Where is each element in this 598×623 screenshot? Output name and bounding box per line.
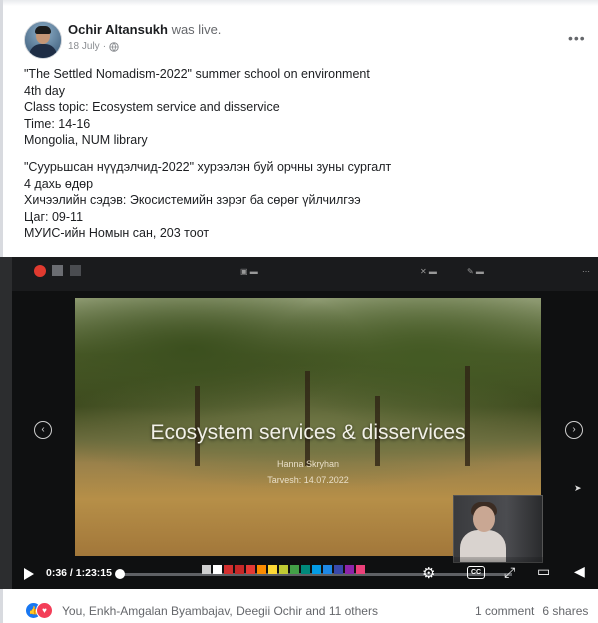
- ink-color-swatch[interactable]: [312, 565, 321, 574]
- timecode: 0:36 / 1:23:15: [46, 567, 112, 579]
- ink-color-swatch[interactable]: [202, 565, 211, 574]
- captions-icon[interactable]: CC: [467, 566, 485, 579]
- post-action: was live.: [171, 22, 222, 37]
- avatar[interactable]: [24, 21, 62, 59]
- expand-icon[interactable]: ⤢: [504, 564, 515, 581]
- post-line: 4th day: [24, 83, 66, 98]
- left-gutter: [0, 257, 12, 589]
- ink-color-swatch[interactable]: [224, 565, 233, 574]
- ink-color-swatch[interactable]: [323, 565, 332, 574]
- slide-title: Ecosystem services & disservices: [150, 421, 466, 444]
- post-line: "Суурьшсан нүүдэлчид-2022" хурээлэн буй …: [24, 160, 392, 174]
- author-name[interactable]: Ochir Altansukh: [68, 22, 168, 37]
- ink-color-palette: [202, 565, 365, 574]
- video-controls: 0:36 / 1:23:15 ⚙ CC ⤢ ▭ ◀: [12, 557, 598, 589]
- post-line: Time: 14-16: [24, 116, 91, 131]
- post-line: Class topic: Ecosystem service and disse…: [24, 100, 280, 115]
- picture-in-picture-icon[interactable]: ▭: [537, 563, 550, 580]
- ink-color-swatch[interactable]: [257, 565, 266, 574]
- post-footer: 👍 ♥ You, Enkh-Amgalan Byambajav, Deegii …: [0, 600, 598, 620]
- mouse-cursor-icon: ➤: [574, 483, 582, 493]
- post-author-line: Ochir Altansukh was live.: [68, 22, 221, 37]
- settings-gear-icon[interactable]: ⚙: [422, 564, 435, 582]
- current-time: 0:36: [46, 567, 68, 579]
- webcam-pip: [453, 495, 543, 563]
- ink-color-swatch[interactable]: [356, 565, 365, 574]
- ink-color-swatch[interactable]: [334, 565, 343, 574]
- top-divider: [0, 0, 598, 6]
- record-icon: [34, 265, 46, 277]
- post-line: Цаг: 09-11: [24, 209, 84, 224]
- progress-thumb[interactable]: [114, 569, 125, 579]
- toolbar-center-icon: ▣ ▬: [240, 267, 258, 276]
- previous-slide-icon[interactable]: ‹: [34, 421, 52, 439]
- ink-color-swatch[interactable]: [290, 565, 299, 574]
- ink-color-swatch[interactable]: [301, 565, 310, 574]
- reactions-text[interactable]: You, Enkh-Amgalan Byambajav, Deegii Ochi…: [62, 604, 378, 618]
- next-slide-icon[interactable]: ›: [565, 421, 583, 439]
- ink-color-swatch[interactable]: [279, 565, 288, 574]
- comment-count[interactable]: 1 comment: [475, 604, 534, 618]
- post-text-english: "The Settled Nomadism-2022" summer schoo…: [24, 66, 584, 149]
- ink-color-swatch[interactable]: [246, 565, 255, 574]
- post-line: Хичээлийн сэдэв: Экосистемийн зэрэг ба с…: [24, 193, 361, 208]
- play-icon[interactable]: [24, 568, 34, 580]
- globe-icon: [109, 41, 119, 52]
- post-line: "The Settled Nomadism-2022" summer schoo…: [24, 67, 370, 81]
- pause-icon: [70, 265, 81, 276]
- heart-icon: ♥: [36, 602, 53, 619]
- ink-color-swatch[interactable]: [235, 565, 244, 574]
- post-line: Mongolia, NUM library: [24, 133, 148, 148]
- post-meta: 18 July ·: [68, 41, 119, 52]
- post-stats: 1 comment 6 shares: [475, 604, 588, 618]
- toolbar-close-icon: ✕ ▬: [420, 267, 437, 276]
- ink-color-swatch[interactable]: [213, 565, 222, 574]
- stop-icon: [52, 265, 63, 276]
- duration: 1:23:15: [75, 567, 112, 579]
- ink-color-swatch[interactable]: [345, 565, 354, 574]
- post-date[interactable]: 18 July: [68, 41, 100, 52]
- slide-author: Hanna Skryhan: [276, 459, 340, 469]
- share-count[interactable]: 6 shares: [542, 604, 588, 618]
- post-line: МУИС-ийн Номын сан, 203 тоот: [24, 226, 210, 241]
- ink-color-swatch[interactable]: [268, 565, 277, 574]
- post-text-mongolian: "Суурьшсан нүүдэлчид-2022" хурээлэн буй …: [24, 159, 584, 242]
- post-line: 4 дахь өдөр: [24, 176, 94, 191]
- toolbar-menu-icon: ⋯: [582, 267, 590, 276]
- reactions[interactable]: 👍 ♥: [25, 602, 59, 619]
- video-player[interactable]: ▣ ▬ ✕ ▬ ✎ ▬ ⋯ Ecosystem services & disse…: [12, 257, 598, 589]
- presentation-toolbar: ▣ ▬ ✕ ▬ ✎ ▬ ⋯: [12, 257, 598, 291]
- toolbar-pen-icon: ✎ ▬: [467, 267, 484, 276]
- slide-date: Tarvesh: 14.07.2022: [267, 475, 349, 485]
- more-options-icon[interactable]: •••: [568, 30, 586, 46]
- volume-icon[interactable]: ◀: [574, 563, 585, 580]
